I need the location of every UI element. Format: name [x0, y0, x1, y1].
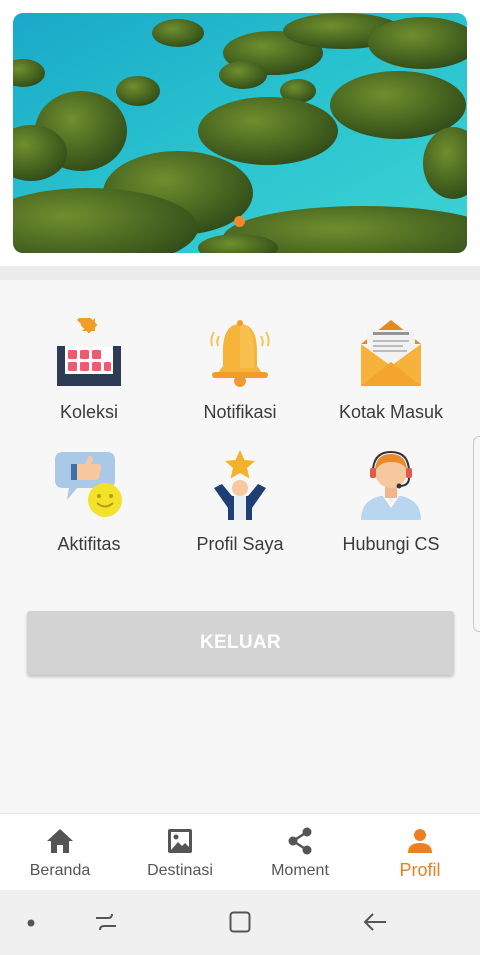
nav-item-moment[interactable]: Moment [240, 814, 360, 891]
nav-item-label: Beranda [29, 862, 91, 879]
nav-dot-icon[interactable] [26, 918, 36, 928]
customer-service-icon [357, 450, 425, 520]
envelope-icon [357, 318, 425, 388]
recent-apps-icon[interactable] [94, 910, 118, 934]
logout-button[interactable]: KELUAR [27, 611, 454, 675]
profile-menu: Koleksi Notifikasi Kotak Masuk Aktifitas… [0, 280, 480, 813]
image-icon [165, 826, 195, 856]
back-icon[interactable] [362, 910, 388, 934]
menu-item-label: Kotak Masuk [338, 402, 444, 422]
menu-item-label: Aktifitas [57, 534, 121, 554]
nav-item-label: Destinasi [147, 862, 213, 879]
home-icon [45, 826, 75, 856]
menu-item-label: Hubungi CS [342, 534, 440, 554]
banner-section [0, 0, 480, 266]
edge-panel-handle[interactable] [473, 436, 480, 632]
collection-icon [55, 313, 123, 388]
nav-item-beranda[interactable]: Beranda [0, 814, 120, 891]
home-button-icon[interactable] [228, 910, 252, 934]
nav-item-destinasi[interactable]: Destinasi [120, 814, 240, 891]
bell-icon [206, 318, 274, 388]
bottom-navigation: Beranda Destinasi Moment Profil [0, 813, 480, 890]
carousel-indicator-dot[interactable] [234, 216, 245, 227]
system-navigation-bar [0, 890, 480, 955]
nav-item-label: Moment [271, 862, 329, 879]
person-icon [405, 826, 435, 856]
nav-item-label: Profil [399, 860, 441, 880]
activity-like-icon [55, 450, 123, 520]
menu-item-label: Koleksi [59, 402, 119, 422]
share-icon [285, 826, 315, 856]
menu-item-label: Notifikasi [203, 402, 277, 422]
menu-item-label: Profil Saya [196, 534, 284, 554]
section-divider [0, 266, 480, 280]
profile-star-icon [206, 450, 274, 520]
nav-item-profil[interactable]: Profil [360, 814, 480, 891]
